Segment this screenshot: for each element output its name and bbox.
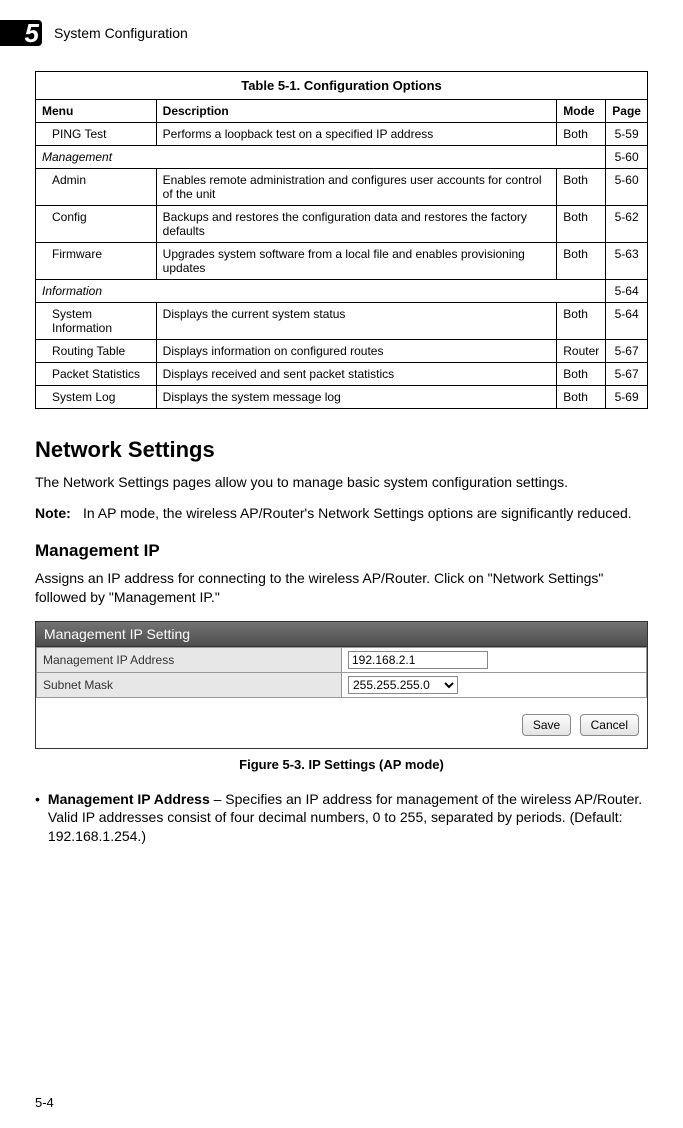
cell-mode: Both <box>557 363 606 386</box>
configuration-options-table: Table 5-1. Configuration Options Menu De… <box>35 71 648 409</box>
cell-menu: Firmware <box>36 243 157 280</box>
subsection-heading: Management IP <box>35 541 648 561</box>
input-cell <box>342 647 647 672</box>
bullet-marker-icon: • <box>35 790 40 847</box>
table-row: Routing Table Displays information on co… <box>36 340 648 363</box>
table-row: System Log Displays the system message l… <box>36 386 648 409</box>
cell-page: 5-63 <box>606 243 648 280</box>
panel-form-table: Management IP Address Subnet Mask 255.25… <box>36 647 647 698</box>
table-row: System Information Displays the current … <box>36 303 648 340</box>
table-row: Firmware Upgrades system software from a… <box>36 243 648 280</box>
cell-mode: Both <box>557 206 606 243</box>
cell-menu: Packet Statistics <box>36 363 157 386</box>
table-row: PING Test Performs a loopback test on a … <box>36 123 648 146</box>
cell-page: 5-67 <box>606 340 648 363</box>
label-subnet-mask: Subnet Mask <box>37 672 342 697</box>
cell-mode: Router <box>557 340 606 363</box>
bullet-term: Management IP Address <box>48 791 210 807</box>
table-row: Management 5-60 <box>36 146 648 169</box>
table-row: Admin Enables remote administration and … <box>36 169 648 206</box>
chapter-number-box: 5 <box>0 20 42 46</box>
panel-title: Management IP Setting <box>36 622 647 647</box>
section-intro: The Network Settings pages allow you to … <box>35 473 648 492</box>
management-ip-panel: Management IP Setting Management IP Addr… <box>35 621 648 749</box>
cell-description: Displays received and sent packet statis… <box>156 363 557 386</box>
header-title: System Configuration <box>54 25 188 41</box>
cell-menu: Routing Table <box>36 340 157 363</box>
save-button[interactable]: Save <box>522 714 571 736</box>
bullet-text: Management IP Address – Specifies an IP … <box>48 790 648 847</box>
bullet-item: • Management IP Address – Specifies an I… <box>35 790 648 847</box>
label-management-ip: Management IP Address <box>37 647 342 672</box>
cell-mode: Both <box>557 169 606 206</box>
cell-description: Backups and restores the configuration d… <box>156 206 557 243</box>
cell-description: Displays information on configured route… <box>156 340 557 363</box>
cell-page: 5-69 <box>606 386 648 409</box>
cell-menu-section: Information <box>36 280 606 303</box>
note-block: Note: In AP mode, the wireless AP/Router… <box>35 504 648 523</box>
page-number: 5-4 <box>35 1095 54 1110</box>
cell-description: Displays the system message log <box>156 386 557 409</box>
cell-description: Performs a loopback test on a specified … <box>156 123 557 146</box>
cell-menu: System Log <box>36 386 157 409</box>
note-label: Note: <box>35 504 83 523</box>
section-heading: Network Settings <box>35 437 648 463</box>
cell-mode: Both <box>557 123 606 146</box>
input-cell: 255.255.255.0 <box>342 672 647 697</box>
table-caption: Table 5-1. Configuration Options <box>35 71 648 99</box>
note-text: In AP mode, the wireless AP/Router's Net… <box>83 504 632 523</box>
cell-menu: PING Test <box>36 123 157 146</box>
cell-page: 5-62 <box>606 206 648 243</box>
cell-menu-section: Management <box>36 146 606 169</box>
table-header-menu: Menu <box>36 100 157 123</box>
cell-description: Upgrades system software from a local fi… <box>156 243 557 280</box>
cell-page: 5-64 <box>606 280 648 303</box>
button-row: Save Cancel <box>36 698 647 748</box>
cancel-button[interactable]: Cancel <box>580 714 639 736</box>
page-header: 5 System Configuration <box>35 20 648 46</box>
cell-menu: Admin <box>36 169 157 206</box>
cell-page: 5-67 <box>606 363 648 386</box>
table-row: Packet Statistics Displays received and … <box>36 363 648 386</box>
table-row: Information 5-64 <box>36 280 648 303</box>
management-ip-input[interactable] <box>348 651 488 669</box>
cell-page: 5-60 <box>606 169 648 206</box>
cell-page: 5-60 <box>606 146 648 169</box>
subnet-mask-select[interactable]: 255.255.255.0 <box>348 676 458 694</box>
table-header-page: Page <box>606 100 648 123</box>
subsection-intro: Assigns an IP address for connecting to … <box>35 569 648 607</box>
cell-page: 5-59 <box>606 123 648 146</box>
cell-description: Enables remote administration and config… <box>156 169 557 206</box>
cell-mode: Both <box>557 303 606 340</box>
form-row-ip: Management IP Address <box>37 647 647 672</box>
cell-mode: Both <box>557 386 606 409</box>
table-row: Config Backups and restores the configur… <box>36 206 648 243</box>
cell-menu: Config <box>36 206 157 243</box>
table-header-mode: Mode <box>557 100 606 123</box>
cell-menu: System Information <box>36 303 157 340</box>
figure-caption: Figure 5-3. IP Settings (AP mode) <box>35 757 648 772</box>
cell-page: 5-64 <box>606 303 648 340</box>
table-header-description: Description <box>156 100 557 123</box>
form-row-mask: Subnet Mask 255.255.255.0 <box>37 672 647 697</box>
cell-mode: Both <box>557 243 606 280</box>
cell-description: Displays the current system status <box>156 303 557 340</box>
